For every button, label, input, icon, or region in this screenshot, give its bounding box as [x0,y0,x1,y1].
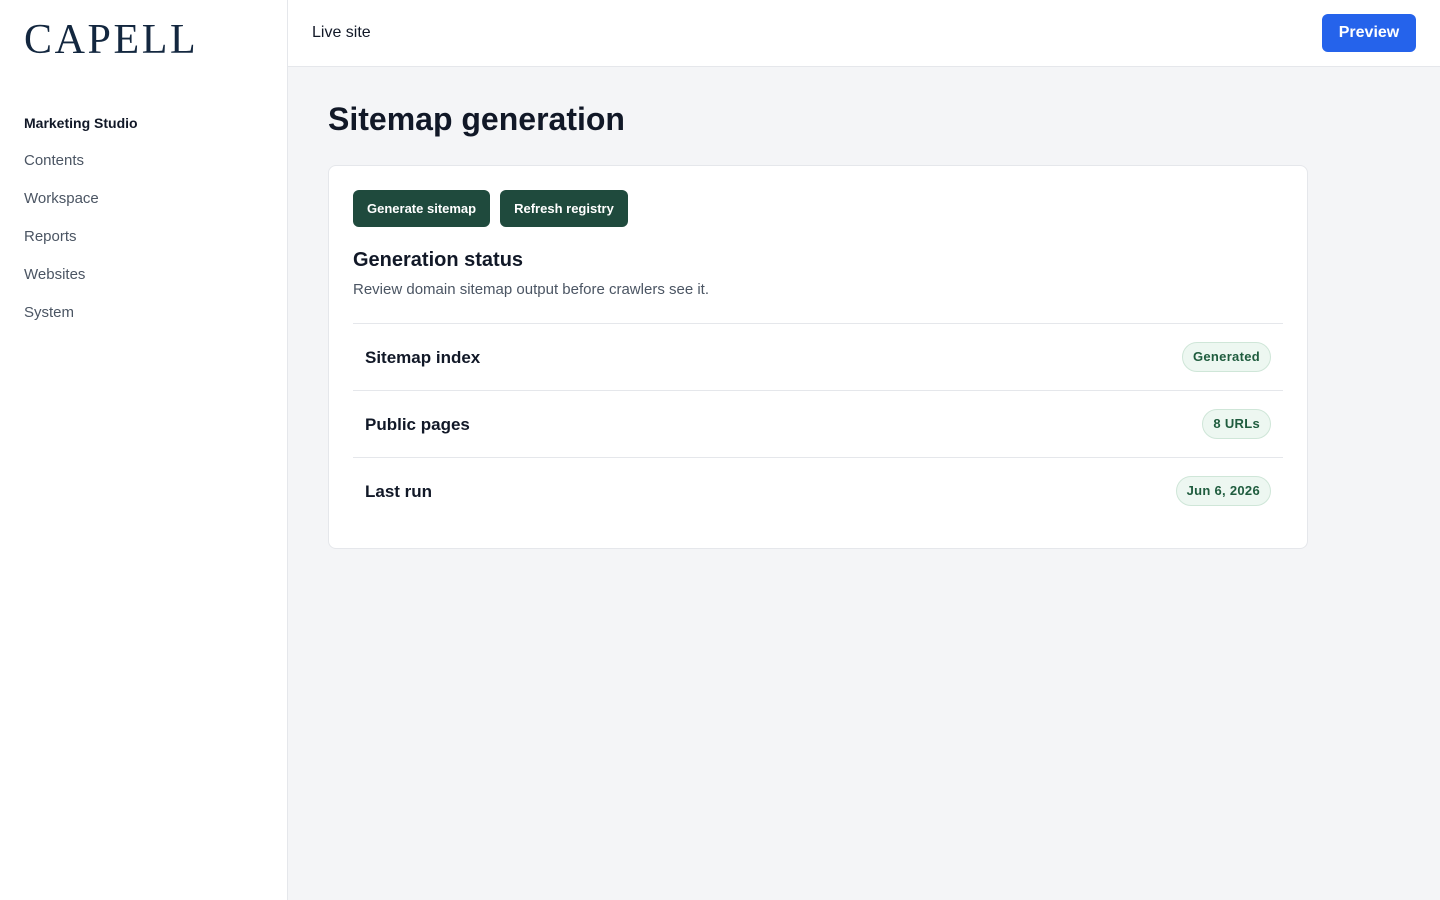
topbar: Live site Preview [288,0,1440,67]
section-title: Generation status [353,249,524,271]
sidebar-item-system[interactable]: System [24,294,138,332]
preview-button[interactable]: Preview [1322,14,1416,52]
capell-logo[interactable]: CAPELL [24,18,198,62]
sidebar-item-workspace[interactable]: Workspace [24,180,138,218]
status-row-public-pages: Public pages 8 URLs [353,390,1283,457]
status-badge: Generated [1181,342,1271,372]
section-description: Review domain sitemap output before craw… [353,281,710,298]
live-site-link[interactable]: Live site [312,23,371,43]
sidebar-item-websites[interactable]: Websites [24,256,138,294]
sidebar-nav: Marketing Studio Contents Workspace Repo… [24,104,138,332]
sidebar-item-reports[interactable]: Reports [24,218,138,256]
status-row-label: Last run [365,482,433,501]
status-row-label: Public pages [365,415,470,434]
status-list: Sitemap index Generated Public pages 8 U… [353,323,1283,524]
status-row-sitemap-index: Sitemap index Generated [353,323,1283,390]
sidebar: CAPELL Marketing Studio Contents Workspa… [0,0,288,900]
card-actions: Generate sitemap Refresh registry [353,190,628,227]
status-badge: 8 URLs [1202,409,1271,439]
generate-sitemap-button[interactable]: Generate sitemap [353,190,491,227]
generation-card: Generate sitemap Refresh registry Genera… [328,165,1308,549]
status-row-last-run: Last run Jun 6, 2026 [353,457,1283,524]
page-title: Sitemap generation [328,101,625,137]
sidebar-item-contents[interactable]: Contents [24,142,138,180]
refresh-registry-button[interactable]: Refresh registry [500,190,628,227]
status-row-label: Sitemap index [365,348,481,367]
status-badge: Jun 6, 2026 [1175,476,1271,506]
sidebar-item-marketing-studio[interactable]: Marketing Studio [24,104,138,142]
